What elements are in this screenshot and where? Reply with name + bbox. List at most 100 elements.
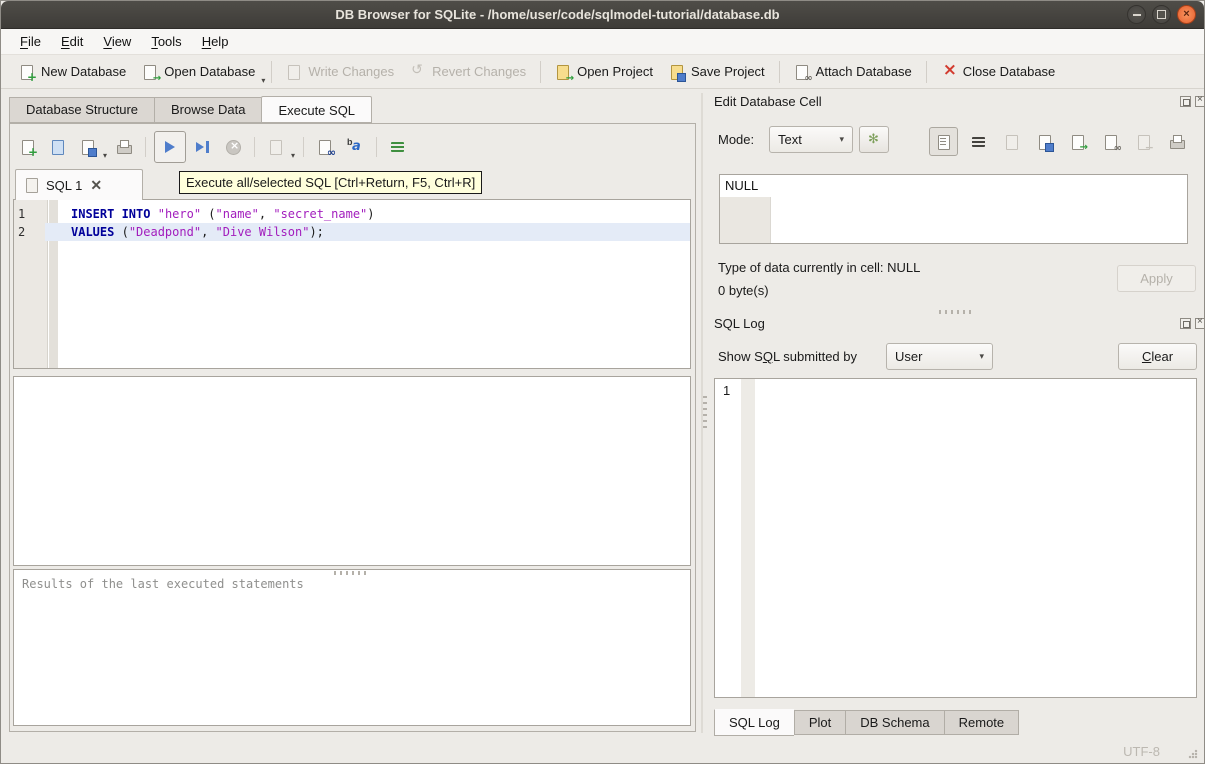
statusbar: UTF-8 <box>1 735 1204 764</box>
sql-tab-close-icon[interactable]: ✕ <box>90 177 102 194</box>
toolbar-button-attach-database[interactable]: Attach Database <box>786 59 920 85</box>
bottom-tab-plot[interactable]: Plot <box>794 710 845 735</box>
menu-edit[interactable]: Edit <box>52 31 92 52</box>
execute-line-button[interactable] <box>190 134 216 160</box>
results-message-panel[interactable]: Results of the last executed statements <box>13 569 691 726</box>
open-external-button[interactable] <box>1066 130 1090 154</box>
set-null-button[interactable] <box>1132 130 1156 154</box>
toolbar-separator <box>926 61 927 83</box>
open-sql-file-button[interactable] <box>45 134 71 160</box>
chevron-down-icon[interactable]: ▾ <box>261 76 265 88</box>
menu-tools[interactable]: Tools <box>142 31 190 52</box>
log-line-number: 1 <box>723 383 730 398</box>
apply-button[interactable]: Apply <box>1117 265 1196 292</box>
cell-size-info: 0 byte(s) <box>718 283 769 298</box>
maximize-icon <box>1153 6 1170 23</box>
cell-editor-gutter <box>720 197 771 243</box>
float-panel-icon[interactable] <box>1180 318 1191 329</box>
find-button[interactable] <box>312 134 338 160</box>
log-filter-value: User <box>895 349 922 364</box>
code-line-2[interactable]: 2 VALUES ("Deadpond", "Dive Wilson"); <box>14 223 690 241</box>
open-project-icon <box>555 64 571 80</box>
toolbar-button-label: Open Database <box>164 64 255 79</box>
bottom-tab-db-schema[interactable]: DB Schema <box>845 710 943 735</box>
toolbar-button-save-project[interactable]: Save Project <box>661 59 773 85</box>
toolbar-button-label: Save Project <box>691 64 765 79</box>
log-panel-controls <box>1180 318 1205 329</box>
execute-tooltip: Execute all/selected SQL [Ctrl+Return, F… <box>179 171 482 194</box>
minimize-button[interactable] <box>1127 5 1146 24</box>
sql-log-view[interactable]: 1 <box>714 378 1197 698</box>
new-sql-tab-button[interactable] <box>15 134 41 160</box>
clear-log-button[interactable]: Clear <box>1118 343 1197 370</box>
replace-button[interactable]: b <box>342 134 368 160</box>
toolbar-button-label: Attach Database <box>816 64 912 79</box>
results-grid-panel[interactable] <box>13 376 691 566</box>
bottom-tab-remote[interactable]: Remote <box>944 710 1020 735</box>
print-cell-button[interactable] <box>1165 130 1189 154</box>
sql-file-tab[interactable]: SQL 1 ✕ <box>15 169 143 200</box>
execute-line-icon <box>195 139 211 155</box>
cell-type-info: Type of data currently in cell: NULL <box>718 260 920 275</box>
close-button[interactable]: × <box>1177 5 1196 24</box>
chevron-down-icon[interactable]: ▾ <box>291 151 295 163</box>
auto-apply-button[interactable] <box>859 126 889 153</box>
print-cell-icon <box>1169 134 1185 150</box>
menu-help[interactable]: Help <box>193 31 238 52</box>
chevron-down-icon[interactable]: ▾ <box>103 151 107 163</box>
save-results-button[interactable] <box>263 134 289 160</box>
toolbar-button-open-project[interactable]: Open Project <box>547 59 661 85</box>
text-mode-button[interactable] <box>929 127 958 156</box>
execute-all-button[interactable] <box>154 131 186 163</box>
export-file-button[interactable] <box>1033 130 1057 154</box>
tab-database-structure[interactable]: Database Structure <box>9 97 154 123</box>
splitter-handle[interactable] <box>939 310 973 314</box>
bottom-tab-sql-log[interactable]: SQL Log <box>714 709 794 736</box>
import-file-button[interactable] <box>1000 130 1024 154</box>
word-wrap-icon <box>971 134 987 150</box>
float-panel-icon[interactable] <box>1180 96 1191 107</box>
toolbar-button-label: New Database <box>41 64 126 79</box>
toolbar-separator <box>540 61 541 83</box>
save-sql-file-button[interactable] <box>75 134 101 160</box>
toolbar-button-open-database[interactable]: Open Database <box>134 59 263 85</box>
print-button[interactable] <box>111 134 137 160</box>
toolbar-separator <box>145 137 146 157</box>
close-panel-icon[interactable] <box>1195 318 1205 329</box>
line-number: 1 <box>18 205 46 223</box>
titlebar[interactable]: DB Browser for SQLite - /home/user/code/… <box>1 1 1204 29</box>
encoding-indicator: UTF-8 <box>1123 744 1160 759</box>
format-sql-button[interactable] <box>385 134 411 160</box>
stop-button[interactable] <box>220 134 246 160</box>
log-filter-select[interactable]: User ▾ <box>886 343 993 370</box>
sql-editor[interactable]: 1INSERT INTO "hero" ("name", "secret_nam… <box>13 199 691 369</box>
toolbar-button-label: Write Changes <box>308 64 394 79</box>
word-wrap-button[interactable] <box>967 130 991 154</box>
mode-select[interactable]: Text ▾ <box>769 126 853 153</box>
mode-value: Text <box>778 132 802 147</box>
main-tabbar: Database StructureBrowse DataExecute SQL <box>9 97 372 123</box>
maximize-button[interactable] <box>1152 5 1171 24</box>
splitter-handle[interactable] <box>703 396 707 430</box>
splitter-handle[interactable] <box>334 571 368 575</box>
copy-link-button[interactable] <box>1099 130 1123 154</box>
code-text: VALUES ("Deadpond", "Dive Wilson"); <box>71 223 690 241</box>
tab-execute-sql[interactable]: Execute SQL <box>261 96 372 123</box>
toolbar-button-close-database[interactable]: Close Database <box>933 59 1064 85</box>
code-line-1[interactable]: 1INSERT INTO "hero" ("name", "secret_nam… <box>14 205 690 223</box>
log-panel-title: SQL Log <box>714 316 765 331</box>
toolbar-button-write-changes[interactable]: Write Changes <box>278 59 402 85</box>
toolbar-button-revert-changes[interactable]: Revert Changes <box>402 59 534 85</box>
toolbar-button-new-database[interactable]: New Database <box>11 59 134 85</box>
close-panel-icon[interactable] <box>1195 96 1205 107</box>
line-number: 2 <box>14 223 45 241</box>
format-sql-icon <box>390 139 406 155</box>
revert-changes-icon <box>410 64 426 80</box>
mode-label: Mode: <box>718 132 754 147</box>
tab-browse-data[interactable]: Browse Data <box>154 97 261 123</box>
resize-grip[interactable] <box>1188 749 1198 759</box>
cell-value-editor[interactable]: NULL <box>719 174 1188 244</box>
cell-panel-controls <box>1180 96 1205 107</box>
menu-view[interactable]: View <box>94 31 140 52</box>
menu-file[interactable]: File <box>11 31 50 52</box>
